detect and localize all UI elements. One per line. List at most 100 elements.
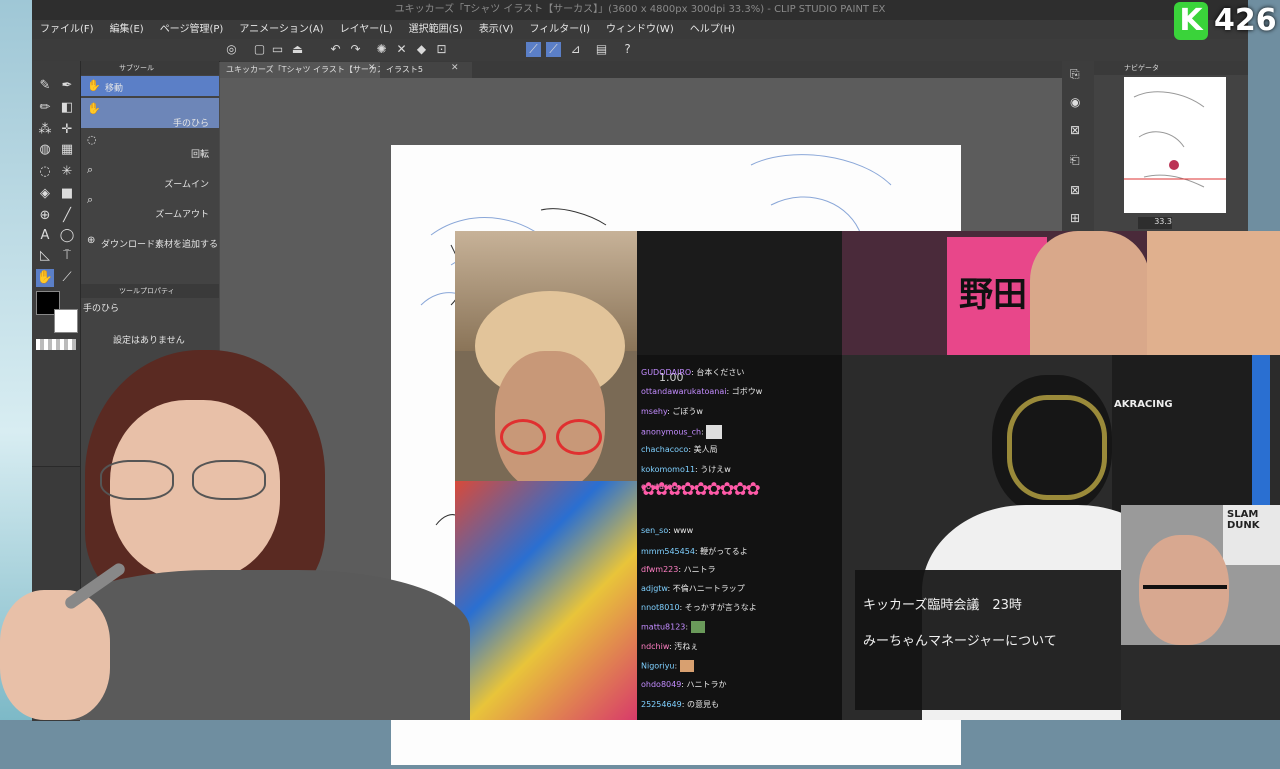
navigator-preview[interactable] bbox=[1124, 77, 1226, 213]
add-download-material-button[interactable]: ⊕ ダウンロード素材を追加する bbox=[81, 233, 219, 251]
close-icon[interactable]: ✕ bbox=[368, 63, 376, 73]
score-letter: K bbox=[1174, 2, 1208, 40]
document-tabs: ユキッカーズ「Tシャツ イラスト【サーカス】」* イラスト5 ✕ ✕ bbox=[220, 61, 1062, 78]
magic-wand-icon[interactable]: ✳ bbox=[58, 163, 76, 181]
chat-message: ottandawarukatoanai: ゴボウw bbox=[641, 387, 763, 396]
host-camera bbox=[455, 231, 637, 720]
item-bank-icon[interactable]: ⊞ bbox=[1070, 211, 1080, 225]
snap-ruler-icon[interactable]: ⟋ bbox=[526, 42, 541, 57]
decoration-icon[interactable]: ⁂ bbox=[36, 121, 54, 139]
subtool-move[interactable]: ✋ 移動 bbox=[81, 76, 219, 96]
subtool-label: 手のひら bbox=[172, 119, 209, 129]
eyedropper-icon[interactable]: ⟋ bbox=[58, 269, 76, 287]
search-layer-icon[interactable]: ◉ bbox=[1070, 95, 1080, 109]
app-icon[interactable]: ◎ bbox=[224, 42, 239, 57]
redo-icon[interactable]: ↷ bbox=[348, 42, 363, 57]
chat-message: anonymous_ch: bbox=[641, 425, 723, 439]
subtool-zoom-in[interactable]: ⌕ ズームイン bbox=[81, 161, 219, 190]
banner-text: 野田 bbox=[959, 275, 1027, 315]
chat-message: GUDODAIRO: 台本ください bbox=[641, 368, 745, 377]
menu-file[interactable]: ファイル(F) bbox=[32, 20, 102, 39]
subtool-hand[interactable]: ✋ 手のひら bbox=[81, 98, 219, 129]
marker-icon[interactable]: ✒ bbox=[58, 77, 76, 95]
chat-message: Nigoriyu: bbox=[641, 660, 694, 672]
navigator-title: ナビゲータ bbox=[1124, 64, 1159, 72]
loading-icon[interactable]: ✺ bbox=[374, 42, 389, 57]
menu-selection[interactable]: 選択範囲(S) bbox=[401, 20, 471, 39]
guest-glasses bbox=[1143, 585, 1227, 609]
move-layer-icon[interactable]: ✛ bbox=[58, 121, 76, 139]
lasso-icon[interactable]: ◌ bbox=[36, 163, 54, 181]
gradient-icon[interactable]: ■ bbox=[58, 185, 76, 203]
plus-circle-icon: ⊕ bbox=[87, 235, 96, 246]
menu-window[interactable]: ウィンドウ(W) bbox=[598, 20, 682, 39]
rotate-icon: ◌ bbox=[87, 133, 97, 146]
layer-property-icon[interactable]: ⎘ bbox=[1070, 67, 1080, 82]
shirt bbox=[455, 481, 637, 720]
fill-icon[interactable]: ◆ bbox=[414, 42, 429, 57]
chat-message: kokomomo11: うけえw bbox=[641, 465, 731, 474]
menu-page[interactable]: ページ管理(P) bbox=[152, 20, 232, 39]
line-icon[interactable]: ╱ bbox=[58, 207, 76, 225]
chat-panel: 1.00 GUDODAIRO: 台本ください ottandawarukatoan… bbox=[637, 355, 842, 720]
balloon-icon[interactable]: ◯ bbox=[58, 227, 76, 245]
emote-icon bbox=[706, 425, 723, 439]
snap-special-ruler-icon[interactable]: ⟋ bbox=[546, 42, 561, 57]
material-icon[interactable]: ⊠ bbox=[1070, 123, 1080, 137]
tool-property-name: 手のひら bbox=[83, 304, 120, 314]
menu-animation[interactable]: アニメーション(A) bbox=[231, 20, 331, 39]
subtool-label: ズームイン bbox=[164, 180, 209, 190]
sub-color-swatch[interactable] bbox=[54, 309, 78, 333]
snap-grid-icon[interactable]: ⊿ bbox=[568, 42, 583, 57]
frame-icon[interactable]: ▦ bbox=[58, 141, 76, 159]
text-icon[interactable]: A bbox=[36, 227, 54, 245]
zoom-out-icon: ⌕ bbox=[87, 193, 94, 206]
settings-icon[interactable]: ▤ bbox=[594, 42, 609, 57]
menu-view[interactable]: 表示(V) bbox=[471, 20, 522, 39]
history-icon[interactable]: ⎗ bbox=[1070, 153, 1080, 168]
pencil-icon[interactable]: ✏ bbox=[36, 99, 54, 117]
undo-icon[interactable]: ↶ bbox=[328, 42, 343, 57]
transform-icon[interactable]: ⊡ bbox=[434, 42, 449, 57]
subtool-rotate[interactable]: ◌ 回転 bbox=[81, 131, 219, 160]
glasses bbox=[500, 419, 602, 455]
menu-help[interactable]: ヘルプ(H) bbox=[682, 20, 743, 39]
chat-message: adjgtw: 不倫ハニートラップ bbox=[641, 584, 745, 593]
help-icon[interactable]: ? bbox=[620, 42, 635, 57]
menu-filter[interactable]: フィルター(I) bbox=[521, 20, 598, 39]
score-badge: K 426 bbox=[1170, 0, 1280, 44]
emote-row: ✿✿✿✿✿✿✿✿✿ bbox=[641, 479, 761, 500]
save-icon[interactable]: ⏏ bbox=[290, 42, 305, 57]
command-bar: ◎ ▢ ▭ ⏏ ↶ ↷ ✺ ✕ ◆ ⊡ ⟋ ⟋ ⊿ ▤ ? bbox=[32, 39, 1248, 62]
menu-edit[interactable]: 編集(E) bbox=[102, 20, 152, 39]
pen-icon[interactable]: ✎ bbox=[36, 77, 54, 95]
bucket-icon[interactable]: ◈ bbox=[36, 185, 54, 203]
close-icon[interactable]: ✕ bbox=[451, 63, 459, 73]
operation-icon[interactable]: ⊕ bbox=[36, 207, 54, 225]
chat-message: ohdo8049: ハニトラか bbox=[641, 680, 727, 689]
tool-property-header: ツールプロパティ bbox=[81, 284, 219, 298]
preview-sketch bbox=[1124, 91, 1226, 188]
tab-tshirt-illustration[interactable]: ユキッカーズ「Tシャツ イラスト【サーカス】」* bbox=[220, 62, 407, 78]
menu-layer[interactable]: レイヤー(L) bbox=[332, 20, 401, 39]
guest-body bbox=[1121, 645, 1280, 720]
hand-icon[interactable]: ✋ bbox=[36, 269, 54, 287]
subtool-zoom-out[interactable]: ⌕ ズームアウト bbox=[81, 191, 219, 220]
score-value: 426 bbox=[1214, 3, 1277, 38]
caption-line-2: みーちゃんマネージャーについて bbox=[863, 634, 1057, 649]
zoom-field[interactable]: 33.3 bbox=[1138, 217, 1172, 229]
top-camera-panel: 野田 bbox=[842, 231, 1280, 355]
blend-icon[interactable]: ◍ bbox=[36, 141, 54, 159]
correct-line-icon[interactable]: ⍑ bbox=[58, 247, 76, 265]
chat-message: nnot8010: そっかすが言うなよ bbox=[641, 603, 757, 612]
clear-icon[interactable]: ✕ bbox=[394, 42, 409, 57]
ruler-icon[interactable]: ◺ bbox=[36, 247, 54, 265]
hand-icon: ✋ bbox=[87, 102, 101, 115]
gold-mask bbox=[1007, 395, 1107, 500]
new-file-icon[interactable]: ▢ bbox=[252, 42, 267, 57]
sub-view-icon[interactable]: ⊠ bbox=[1070, 183, 1080, 197]
eraser-icon[interactable]: ◧ bbox=[58, 99, 76, 117]
video-stream-overlay: 野田 1.00 GUDODAIRO: 台本ください ottandawarukat… bbox=[455, 231, 1280, 720]
caption-line-1: キッカーズ臨時会議 23時 bbox=[863, 598, 1022, 613]
open-folder-icon[interactable]: ▭ bbox=[270, 42, 285, 57]
